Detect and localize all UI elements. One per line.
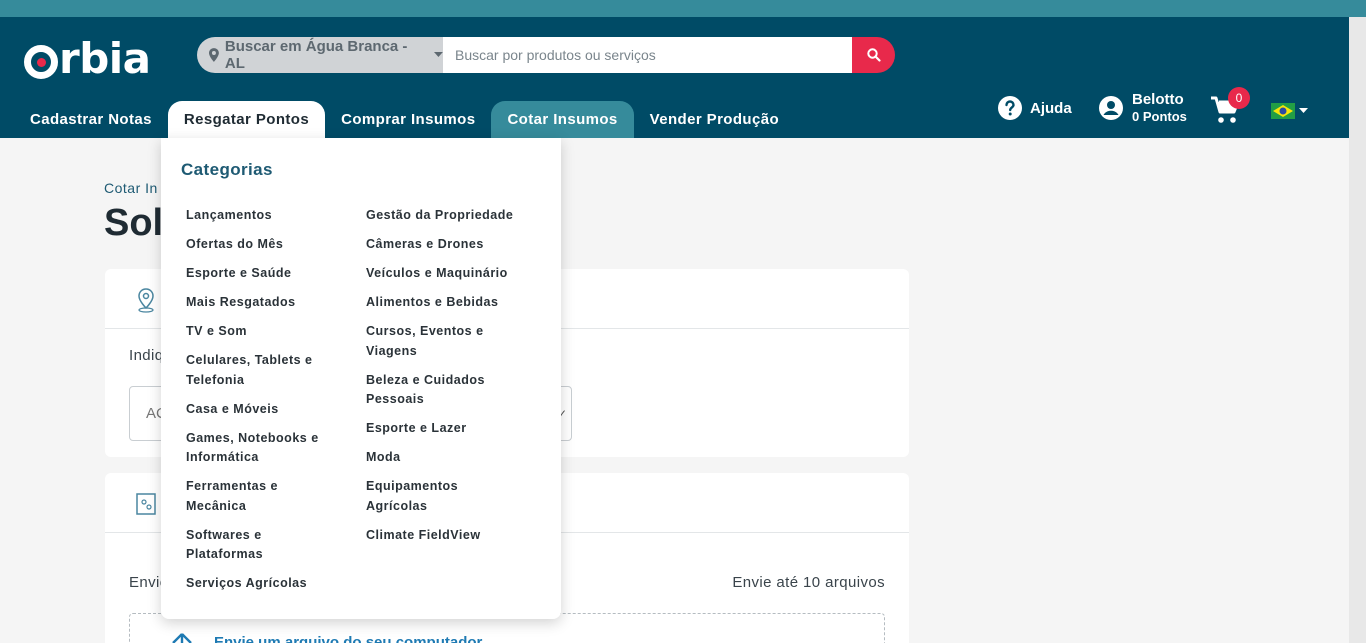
categories-dropdown: Categorias Lançamentos Ofertas do Mês Es… — [161, 138, 561, 619]
orbia-logo[interactable]: rbia — [24, 34, 151, 83]
document-icon — [136, 493, 156, 515]
nav-comprar-insumos[interactable]: Comprar Insumos — [325, 101, 491, 138]
category-item[interactable]: Softwares e Plataformas — [186, 526, 336, 565]
main-nav: Cadastrar Notas Resgatar Pontos Comprar … — [14, 101, 795, 138]
category-item[interactable]: Casa e Móveis — [186, 400, 336, 420]
upload-link[interactable]: Envie um arquivo do seu computador — [214, 634, 482, 643]
category-item[interactable]: Câmeras e Drones — [366, 235, 516, 255]
location-pin-icon — [209, 48, 219, 62]
user-name: Belotto — [1132, 91, 1184, 108]
upload-icon — [172, 633, 192, 643]
category-item[interactable]: Ferramentas e Mecânica — [186, 477, 336, 516]
help-link[interactable]: Ajuda — [997, 95, 1072, 121]
category-item[interactable]: Equipamentos Agrícolas — [366, 477, 516, 516]
category-item[interactable]: Lançamentos — [186, 206, 336, 226]
chevron-down-icon — [1299, 108, 1308, 113]
categories-column-1: Lançamentos Ofertas do Mês Esporte e Saú… — [186, 206, 336, 603]
location-instruction: Indiq — [129, 347, 164, 364]
cart-button[interactable]: 0 — [1209, 87, 1250, 130]
chevron-down-icon — [434, 52, 443, 57]
category-item[interactable]: Mais Resgatados — [186, 293, 336, 313]
language-selector[interactable] — [1271, 103, 1308, 119]
category-item[interactable]: Veículos e Maquinário — [366, 264, 516, 284]
category-item[interactable]: Beleza e Cuidados Pessoais — [366, 371, 516, 410]
nav-resgatar-pontos[interactable]: Resgatar Pontos — [167, 101, 326, 138]
location-marker-icon — [138, 288, 154, 313]
category-item[interactable]: Esporte e Lazer — [366, 419, 516, 439]
category-item[interactable]: Serviços Agrícolas — [186, 574, 336, 594]
categories-column-2: Gestão da Propriedade Câmeras e Drones V… — [366, 206, 516, 555]
cart-count-badge: 0 — [1228, 87, 1250, 109]
scrollbar[interactable] — [1349, 17, 1366, 643]
category-item[interactable]: Alimentos e Bebidas — [366, 293, 516, 313]
category-item[interactable]: Moda — [366, 448, 516, 468]
account-icon — [1099, 96, 1123, 120]
breadcrumb[interactable]: Cotar In — [104, 180, 158, 196]
user-points: 0 Pontos — [1132, 109, 1187, 124]
files-limit-text: Envie até 10 arquivos — [732, 574, 885, 591]
help-icon — [998, 96, 1022, 120]
category-item[interactable]: Climate FieldView — [366, 526, 516, 546]
location-label: Buscar em Água Branca - AL — [224, 38, 408, 72]
search-bar: Buscar em Água Branca - AL — [197, 37, 895, 73]
page-title: Sol — [104, 202, 164, 244]
category-item[interactable]: Ofertas do Mês — [186, 235, 336, 255]
logo-o-mark — [24, 45, 58, 79]
nav-vender-producao[interactable]: Vender Produção — [634, 101, 795, 138]
search-icon — [866, 48, 881, 62]
location-selector[interactable]: Buscar em Água Branca - AL — [197, 37, 443, 73]
user-menu[interactable]: Belotto 0 Pontos — [1098, 91, 1187, 125]
nav-cadastrar-notas[interactable]: Cadastrar Notas — [14, 101, 168, 138]
nav-cotar-insumos[interactable]: Cotar Insumos — [491, 101, 634, 138]
category-item[interactable]: Celulares, Tablets e Telefonia — [186, 351, 336, 390]
categories-title: Categorias — [181, 160, 273, 179]
help-label: Ajuda — [1030, 99, 1072, 117]
category-item[interactable]: Games, Notebooks e Informática — [186, 429, 336, 468]
header: rbia Buscar em Água Branca - AL Cadastra… — [0, 17, 1366, 138]
logo-text: rbia — [59, 34, 151, 83]
brazil-flag-icon — [1271, 103, 1295, 119]
category-item[interactable]: Esporte e Saúde — [186, 264, 336, 284]
top-strip — [0, 0, 1366, 17]
category-item[interactable]: Cursos, Eventos e Viagens — [366, 322, 516, 361]
category-item[interactable]: Gestão da Propriedade — [366, 206, 516, 226]
category-item[interactable]: TV e Som — [186, 322, 336, 342]
search-button[interactable] — [852, 37, 895, 73]
search-input[interactable] — [443, 37, 852, 73]
